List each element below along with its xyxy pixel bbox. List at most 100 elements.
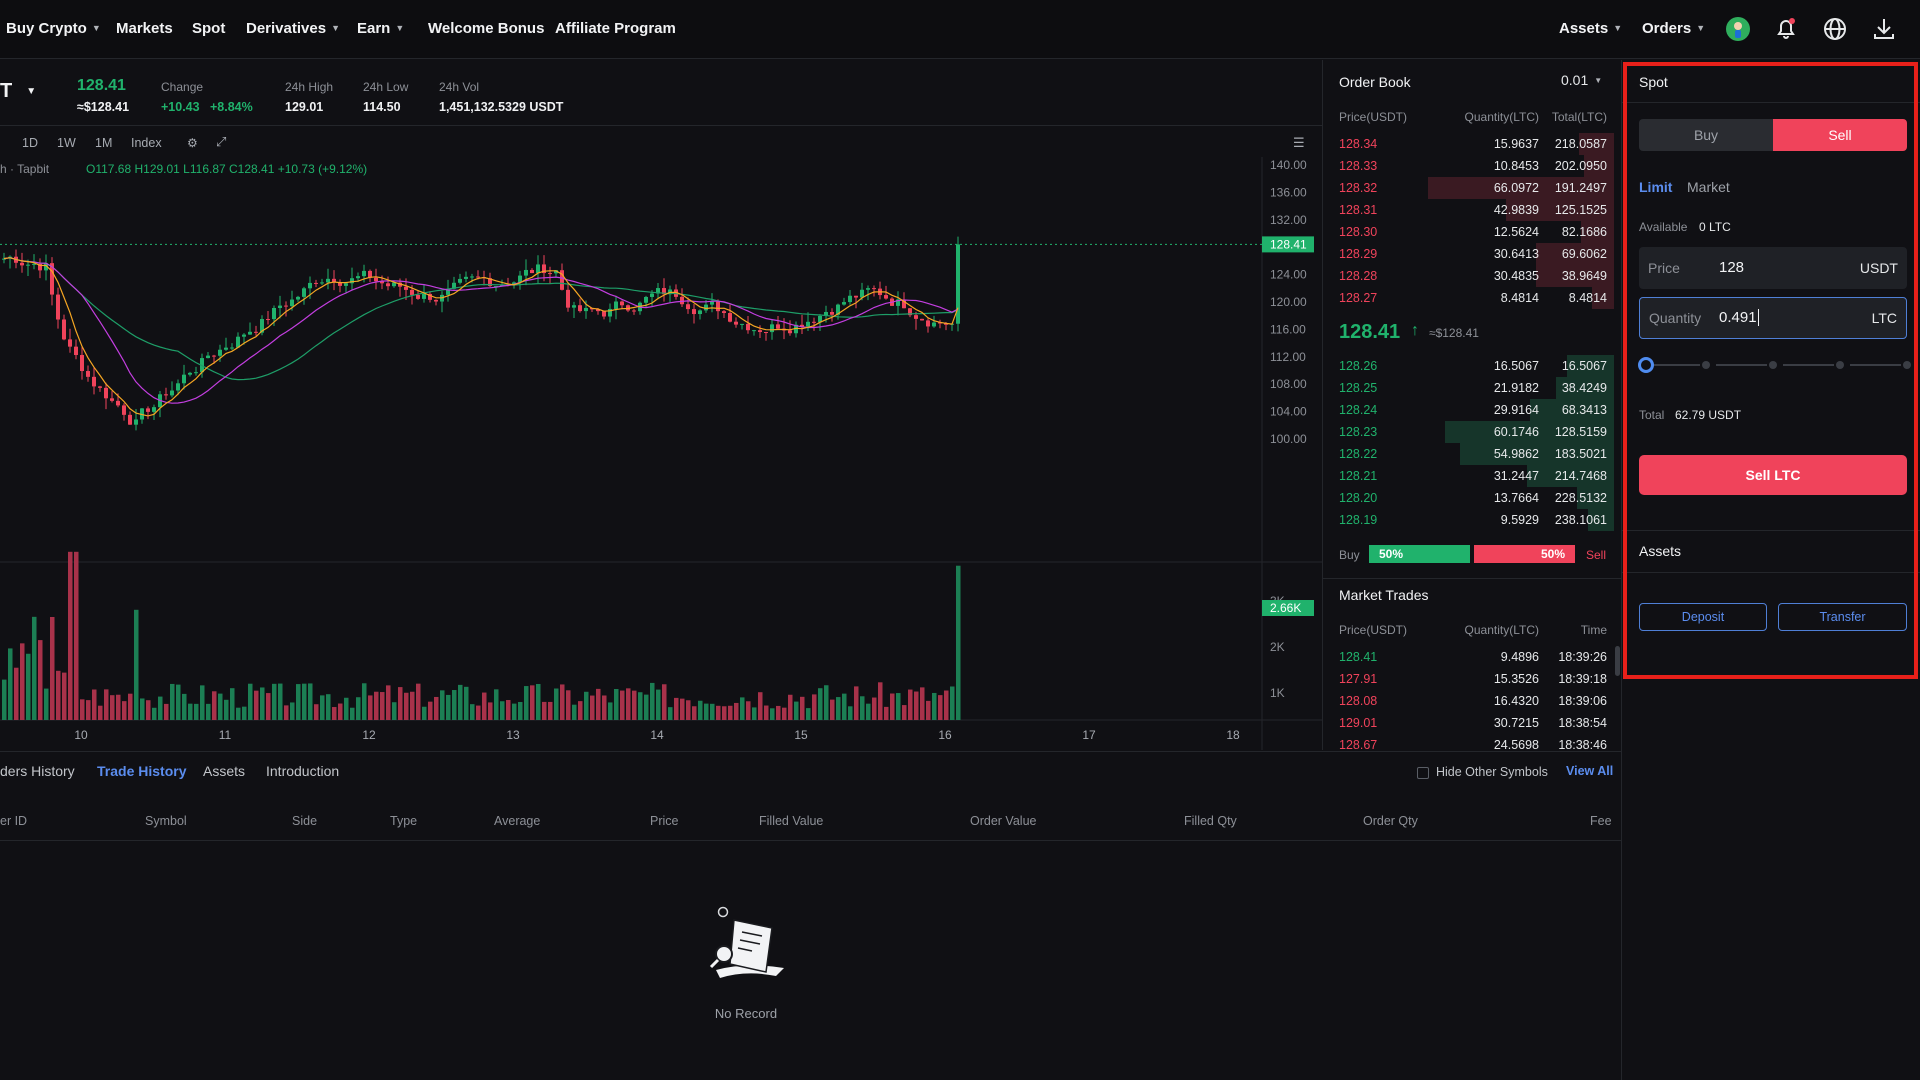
avatar[interactable] [1724, 15, 1752, 43]
transfer-button[interactable]: Transfer [1778, 603, 1907, 631]
tab-ders-history[interactable]: ders History [0, 763, 75, 779]
volume-tick-label: 2K [1270, 640, 1285, 654]
nav-item-affiliate-program[interactable]: Affiliate Program [555, 20, 676, 37]
column-header: Type [390, 814, 418, 828]
price-tick-label: 120.00 [1270, 295, 1307, 309]
total-value: 62.79 USDT [1675, 408, 1742, 422]
nav-item-label: Derivatives [246, 20, 327, 37]
sell-tab[interactable]: Sell [1773, 119, 1907, 151]
ask-row[interactable]: 128.32 66.0972 191.2497 [1323, 177, 1622, 199]
interval-index[interactable]: Index [131, 136, 162, 150]
slider-handle[interactable] [1638, 357, 1654, 373]
symbol-selector[interactable]: T ▼ [0, 80, 36, 103]
nav-item-spot[interactable]: Spot [192, 20, 225, 37]
nav-item-welcome-bonus[interactable]: Welcome Bonus [428, 20, 544, 37]
total-cell: 218.0587 [1554, 137, 1607, 151]
divider [1622, 102, 1920, 103]
bid-row[interactable]: 128.25 21.9182 38.4249 [1323, 377, 1622, 399]
volume-bar [164, 703, 169, 720]
tab-introduction[interactable]: Introduction [266, 763, 339, 779]
price-cell: 128.24 [1339, 403, 1378, 417]
download-button[interactable] [1870, 15, 1898, 43]
price-cell: 128.21 [1339, 469, 1378, 483]
volume-bar [872, 697, 877, 720]
volume-bar [578, 701, 583, 720]
price-cell: 128.30 [1339, 225, 1378, 239]
bid-row[interactable]: 128.26 16.5067 16.5067 [1323, 355, 1622, 377]
sell-ltc-button[interactable]: Sell LTC [1639, 455, 1907, 495]
bid-row[interactable]: 128.24 29.9164 68.3413 [1323, 399, 1622, 421]
candle-body [476, 276, 480, 278]
nav-item-earn[interactable]: Earn ▼ [357, 20, 404, 37]
bid-row[interactable]: 128.19 9.5929 238.1061 [1323, 509, 1622, 531]
volume-bar [32, 616, 37, 720]
volume-value: 1,451,132.5329 USDT [439, 100, 564, 114]
volume-bar [890, 693, 895, 720]
chart-options-button[interactable]: ☰ [1293, 135, 1305, 151]
slider-step-dot[interactable] [1769, 361, 1777, 369]
trades-col-time: Time [1580, 623, 1607, 637]
column-header: Side [292, 814, 318, 828]
interval-1w[interactable]: 1W [57, 136, 76, 150]
bid-row[interactable]: 128.20 13.7664 228.5132 [1323, 487, 1622, 509]
candle-body [128, 414, 132, 425]
fullscreen-button[interactable]: ⤢ [216, 134, 226, 150]
nav-item-derivatives[interactable]: Derivatives ▼ [246, 20, 340, 37]
hide-other-checkbox[interactable] [1417, 767, 1429, 779]
bid-row[interactable]: 128.21 31.2447 214.7468 [1323, 465, 1622, 487]
chart-settings-button[interactable]: ⚙ [187, 136, 198, 150]
volume-bar [314, 704, 319, 720]
ask-row[interactable]: 128.33 10.8453 202.0950 [1323, 155, 1622, 177]
slider-step-dot[interactable] [1836, 361, 1844, 369]
volume-bar [302, 683, 307, 720]
volume-bar [242, 706, 247, 720]
total-cell: 214.7468 [1554, 469, 1607, 483]
assets-menu[interactable]: Assets ▼ [1559, 20, 1622, 37]
deposit-button[interactable]: Deposit [1639, 603, 1767, 631]
nav-item-buy-crypto[interactable]: Buy Crypto ▼ [6, 20, 101, 37]
tab-trade-history[interactable]: Trade History [97, 763, 186, 779]
volume-bar [116, 694, 121, 720]
nav-item-markets[interactable]: Markets [116, 20, 173, 37]
ask-row[interactable]: 128.29 30.6413 69.6062 [1323, 243, 1622, 265]
bid-row[interactable]: 128.22 54.9862 183.5021 [1323, 443, 1622, 465]
candle-body [848, 295, 852, 303]
tab-assets[interactable]: Assets [203, 763, 245, 779]
volume-bar [458, 684, 463, 720]
ask-row[interactable]: 128.31 42.9839 125.1525 [1323, 199, 1622, 221]
column-header: Fee [1590, 814, 1612, 828]
candle-body [272, 308, 276, 320]
interval-1m[interactable]: 1M [95, 136, 112, 150]
volume-bar [950, 686, 955, 720]
interval-1d[interactable]: 1D [22, 136, 38, 150]
volume-bar [926, 700, 931, 720]
market-order-tab[interactable]: Market [1687, 179, 1730, 195]
language-button[interactable] [1821, 15, 1849, 43]
candlestick-chart: 140.00136.00132.00128.00124.00120.00116.… [0, 157, 1322, 750]
quantity-field[interactable]: Quantity 0.491 LTC [1639, 297, 1907, 339]
ask-row[interactable]: 128.27 8.4814 8.4814 [1323, 287, 1622, 309]
buy-tab[interactable]: Buy [1639, 119, 1773, 151]
volume-bar [464, 686, 469, 720]
price-chart[interactable]: 1D 1W 1M Index ⚙ ⤢ ☰ h · Tapbit O117.68 H12… [0, 127, 1322, 750]
candle-body [320, 282, 324, 284]
ask-row[interactable]: 128.28 30.4835 38.9649 [1323, 265, 1622, 287]
slider-step-dot[interactable] [1702, 361, 1710, 369]
precision-selector[interactable]: 0.01 ▼ [1561, 72, 1602, 88]
candle-body [464, 276, 468, 279]
view-all-link[interactable]: View All [1566, 764, 1613, 778]
ask-row[interactable]: 128.30 12.5624 82.1686 [1323, 221, 1622, 243]
bid-row[interactable]: 128.23 60.1746 128.5159 [1323, 421, 1622, 443]
limit-order-tab[interactable]: Limit [1639, 179, 1672, 195]
orders-menu[interactable]: Orders ▼ [1642, 20, 1705, 37]
notification-button[interactable] [1772, 15, 1800, 43]
ask-row[interactable]: 128.34 15.9637 218.0587 [1323, 133, 1622, 155]
price-field[interactable]: Price 128 USDT [1639, 247, 1907, 289]
hide-other-label[interactable]: Hide Other Symbols [1436, 765, 1548, 779]
quantity-slider[interactable] [1638, 357, 1911, 373]
candle-body [170, 390, 174, 396]
trades-scrollbar[interactable] [1615, 646, 1620, 676]
volume-bar [152, 707, 157, 720]
volume-bar [176, 684, 181, 720]
slider-step-dot[interactable] [1903, 361, 1911, 369]
